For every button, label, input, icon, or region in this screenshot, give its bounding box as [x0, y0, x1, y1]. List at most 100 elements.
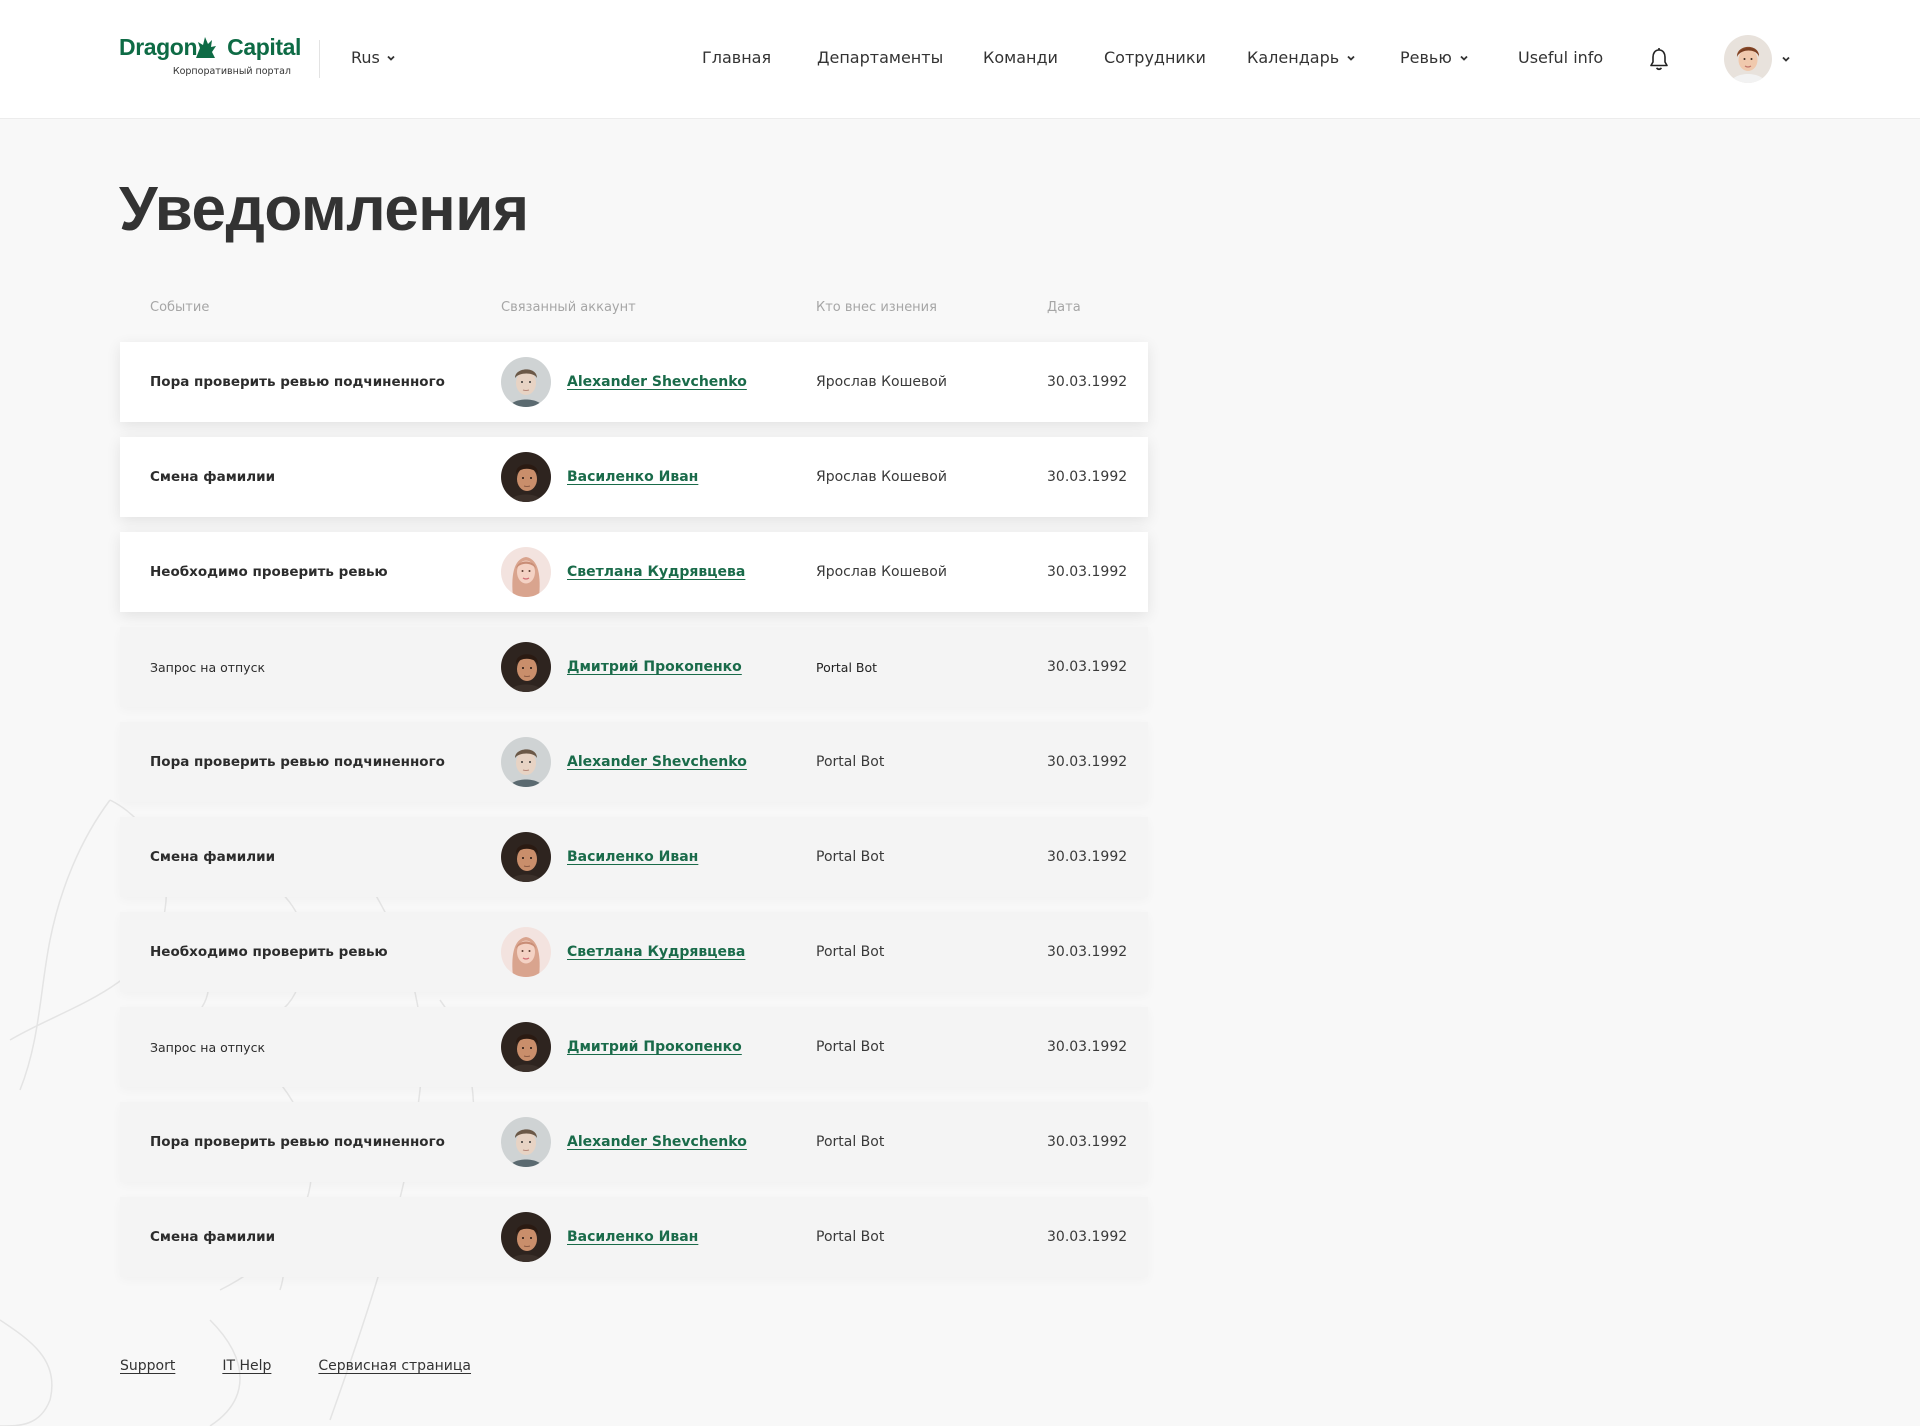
nav-item-departments[interactable]: Департаменты	[817, 48, 943, 67]
nav-item-label: Сотрудники	[1104, 48, 1206, 67]
avatar[interactable]	[501, 547, 551, 597]
account-link[interactable]: Alexander Shevchenko	[567, 754, 747, 770]
event-text: Пора проверить ревью подчиненного	[150, 754, 445, 770]
event-text: Смена фамилии	[150, 849, 276, 865]
linked-account: Василенко Иван	[501, 817, 698, 897]
linked-account: Дмитрий Прокопенко	[501, 1007, 742, 1087]
notification-row[interactable]: Пора проверить ревью подчиненного Alexan…	[120, 722, 1148, 802]
notifications-list: Пора проверить ревью подчиненного Alexan…	[120, 342, 1148, 1292]
chevron-down-icon	[1347, 55, 1355, 61]
linked-account: Alexander Shevchenko	[501, 1102, 747, 1182]
event-text: Запрос на отпуск	[150, 659, 266, 675]
nav-item-useful-info[interactable]: Useful info	[1518, 48, 1603, 67]
changed-by: Portal Bot	[816, 1229, 885, 1245]
nav-item-label: Useful info	[1518, 48, 1604, 67]
account-link[interactable]: Василенко Иван	[567, 1229, 698, 1245]
notification-row[interactable]: Запрос на отпуск Дмитрий Прокопенко Port…	[120, 627, 1148, 707]
account-link[interactable]: Светлана Кудрявцева	[567, 564, 745, 580]
nav-item-employees[interactable]: Сотрудники	[1104, 48, 1206, 67]
event-date: 30.03.1992	[1047, 659, 1128, 675]
event-text: Пора проверить ревью подчиненного	[150, 374, 445, 390]
avatar[interactable]	[501, 927, 551, 977]
avatar[interactable]	[501, 357, 551, 407]
linked-account: Alexander Shevchenko	[501, 722, 747, 802]
linked-account: Василенко Иван	[501, 1197, 698, 1277]
account-link[interactable]: Alexander Shevchenko	[567, 1134, 747, 1150]
changed-by: Portal Bot	[816, 944, 885, 960]
notification-row[interactable]: Запрос на отпуск Дмитрий Прокопенко Port…	[120, 1007, 1148, 1087]
footer-link-support[interactable]: Support	[120, 1358, 175, 1374]
linked-account: Alexander Shevchenko	[501, 342, 747, 422]
notification-row[interactable]: Смена фамилии Василенко Иван Portal Bot …	[120, 817, 1148, 897]
chevron-down-icon[interactable]	[1781, 54, 1791, 64]
notification-row[interactable]: Смена фамилии Василенко Иван Ярослав Кош…	[120, 437, 1148, 517]
nav-item-review[interactable]: Ревью	[1400, 48, 1469, 67]
event-date: 30.03.1992	[1047, 564, 1128, 580]
nav-item-label: Календарь	[1247, 48, 1340, 67]
footer-link-service-page[interactable]: Сервисная страница	[318, 1358, 471, 1374]
event-date: 30.03.1992	[1047, 849, 1128, 865]
avatar[interactable]	[501, 642, 551, 692]
event-text: Смена фамилии	[150, 1229, 276, 1245]
nav-item-label: Департаменты	[817, 48, 944, 67]
account-link[interactable]: Дмитрий Прокопенко	[567, 659, 742, 675]
event-date: 30.03.1992	[1047, 374, 1128, 390]
changed-by: Ярослав Кошевой	[816, 469, 947, 485]
event-text: Необходимо проверить ревью	[150, 944, 388, 960]
event-date: 30.03.1992	[1047, 1134, 1128, 1150]
account-link[interactable]: Василенко Иван	[567, 469, 698, 485]
column-header-author: Кто внес изнения	[816, 300, 937, 315]
event-date: 30.03.1992	[1047, 469, 1128, 485]
footer-link-it-help[interactable]: IT Help	[222, 1358, 271, 1374]
top-header: Dragon Capital Корпоративный портал Rus Г…	[0, 0, 1920, 119]
nav-item-home[interactable]: Главная	[702, 48, 771, 67]
event-date: 30.03.1992	[1047, 944, 1128, 960]
event-text: Смена фамилии	[150, 469, 276, 485]
column-header-date: Дата	[1047, 300, 1081, 315]
changed-by: Portal Bot	[816, 754, 885, 770]
avatar[interactable]	[501, 737, 551, 787]
notification-row[interactable]: Пора проверить ревью подчиненного Alexan…	[120, 1102, 1148, 1182]
event-text: Необходимо проверить ревью	[150, 564, 388, 580]
changed-by: Ярослав Кошевой	[816, 374, 947, 390]
account-link[interactable]: Светлана Кудрявцева	[567, 944, 745, 960]
bell-icon[interactable]	[1648, 47, 1670, 72]
avatar[interactable]	[501, 832, 551, 882]
changed-by: Portal Bot	[816, 1039, 885, 1055]
changed-by: Portal Bot	[816, 849, 885, 865]
linked-account: Светлана Кудрявцева	[501, 912, 745, 992]
nav-item-teams[interactable]: Команди	[983, 48, 1058, 67]
changed-by: Portal Bot	[816, 659, 878, 675]
footer-links: Support IT Help Сервисная страница	[120, 1358, 471, 1374]
notification-row[interactable]: Необходимо проверить ревью Светлана Кудр…	[120, 532, 1148, 612]
avatar[interactable]	[501, 1212, 551, 1262]
avatar[interactable]	[501, 452, 551, 502]
event-date: 30.03.1992	[1047, 1229, 1128, 1245]
account-link[interactable]: Дмитрий Прокопенко	[567, 1039, 742, 1055]
page-title: Уведомления	[119, 175, 529, 244]
account-link[interactable]: Василенко Иван	[567, 849, 698, 865]
event-text: Запрос на отпуск	[150, 1039, 266, 1055]
notification-row[interactable]: Смена фамилии Василенко Иван Portal Bot …	[120, 1197, 1148, 1277]
nav-item-calendar[interactable]: Календарь	[1247, 48, 1356, 67]
linked-account: Дмитрий Прокопенко	[501, 627, 742, 707]
nav-item-label: Команди	[983, 48, 1058, 67]
event-text: Пора проверить ревью подчиненного	[150, 1134, 445, 1150]
main-nav: Главная Департаменты Команди Сотрудники …	[0, 48, 1920, 72]
chevron-down-icon	[1460, 55, 1468, 61]
notification-row[interactable]: Необходимо проверить ревью Светлана Кудр…	[120, 912, 1148, 992]
event-date: 30.03.1992	[1047, 1039, 1128, 1055]
linked-account: Светлана Кудрявцева	[501, 532, 745, 612]
nav-item-label: Ревью	[1400, 48, 1452, 67]
changed-by: Ярослав Кошевой	[816, 564, 947, 580]
notification-row[interactable]: Пора проверить ревью подчиненного Alexan…	[120, 342, 1148, 422]
column-header-account: Связанный аккаунт	[501, 300, 636, 315]
user-avatar[interactable]	[1724, 35, 1772, 83]
avatar[interactable]	[501, 1117, 551, 1167]
avatar-photo	[1724, 35, 1772, 83]
avatar[interactable]	[501, 1022, 551, 1072]
changed-by: Portal Bot	[816, 1134, 885, 1150]
account-link[interactable]: Alexander Shevchenko	[567, 374, 747, 390]
column-header-event: Событие	[150, 300, 210, 315]
event-date: 30.03.1992	[1047, 754, 1128, 770]
